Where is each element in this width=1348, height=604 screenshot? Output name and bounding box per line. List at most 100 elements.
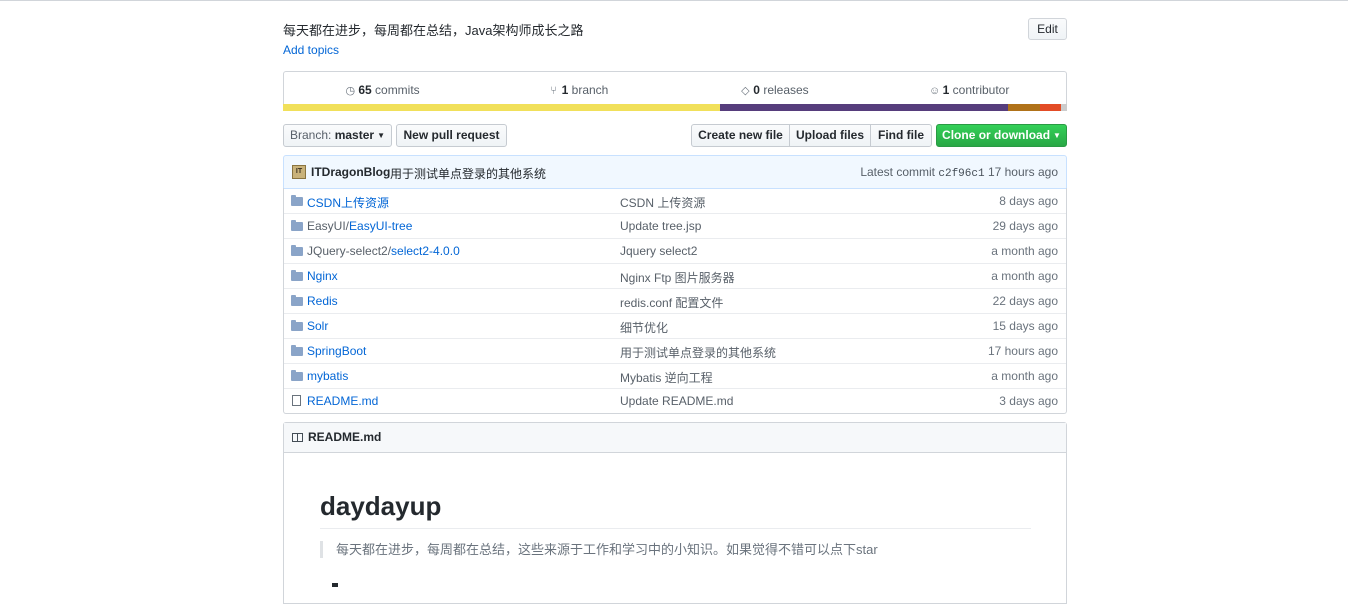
table-row: README.md Update README.md 3 days ago [284, 388, 1066, 413]
releases-count: 0 [753, 83, 760, 97]
folder-icon [291, 245, 303, 256]
file-commit-message-link[interactable]: Mybatis 逆向工程 [620, 369, 713, 386]
file-age: 17 hours ago [987, 344, 1058, 358]
file-age: 3 days ago [999, 394, 1058, 408]
file-name[interactable]: SpringBoot [307, 344, 366, 358]
readme-header: README.md [284, 423, 1066, 453]
file-path-prefix[interactable]: JQuery-select2/ [307, 244, 391, 258]
file-commit-message-link[interactable]: Nginx Ftp 图片服务器 [620, 269, 735, 286]
file-name-link[interactable]: SpringBoot [307, 344, 366, 358]
commit-sha-link[interactable]: c2f96c1 [938, 168, 984, 180]
file-name[interactable]: mybatis [307, 369, 348, 383]
branch-select-button[interactable]: Branch: master ▼ [283, 124, 392, 147]
file-name-link[interactable]: Redis [307, 294, 338, 308]
folder-icon [291, 370, 303, 381]
language-bar[interactable] [283, 104, 1067, 111]
file-commit-message-link[interactable]: 细节优化 [620, 319, 668, 336]
file-age: 8 days ago [999, 194, 1058, 208]
readme-heading: daydayup [320, 491, 442, 521]
find-file-button[interactable]: Find file [870, 124, 932, 147]
file-name-link[interactable]: Solr [307, 319, 328, 333]
upload-files-button[interactable]: Upload files [789, 124, 871, 147]
language-segment[interactable] [720, 104, 1009, 111]
branch-name: master [334, 128, 375, 142]
caret-down-icon: ▼ [377, 131, 385, 140]
repo-description: 每天都在进步，每周都在总结，Java架构师成长之路 [283, 23, 584, 38]
language-segment[interactable] [1040, 104, 1061, 111]
create-new-file-button[interactable]: Create new file [691, 124, 790, 147]
file-commit-message-link[interactable]: Update tree.jsp [620, 219, 701, 233]
edit-description-button[interactable]: Edit [1028, 18, 1067, 40]
file-name-link[interactable]: README.md [307, 394, 378, 408]
file-commit-message-link[interactable]: redis.conf 配置文件 [620, 294, 723, 311]
commit-message-link[interactable]: 用于测试单点登录的其他系统 [390, 165, 546, 182]
latest-commit-prefix: Latest commit [860, 165, 936, 179]
commits-count: 65 [358, 83, 372, 97]
file-name[interactable]: select2-4.0.0 [391, 244, 460, 258]
table-row: EasyUI/EasyUI-tree Update tree.jsp 29 days… [284, 213, 1066, 238]
commits-summary[interactable]: ◷ 65 commits [284, 72, 480, 108]
add-topics-link[interactable]: Add topics [283, 43, 339, 57]
file-name-link[interactable]: Nginx [307, 269, 338, 283]
file-name[interactable]: README.md [307, 394, 378, 408]
new-pull-request-button[interactable]: New pull request [396, 124, 507, 147]
releases-label: releases [763, 83, 809, 97]
table-row: mybatis Mybatis 逆向工程 a month ago [284, 363, 1066, 388]
file-age: 15 days ago [992, 319, 1058, 333]
file-name-link[interactable]: CSDN上传资源 [307, 194, 389, 211]
file-age: a month ago [991, 269, 1058, 283]
table-row: Nginx Nginx Ftp 图片服务器 a month ago [284, 263, 1066, 288]
table-row: Solr 细节优化 15 days ago [284, 313, 1066, 338]
commit-author-link[interactable]: ITDragonBlog [311, 165, 390, 179]
file-name[interactable]: Nginx [307, 269, 338, 283]
file-list: CSDN上传资源 CSDN 上传资源 8 days ago EasyUI/EasyUI… [283, 188, 1067, 414]
file-navigation: Branch: master ▼ New pull request Create … [283, 124, 1067, 147]
latest-commit-age: 17 hours ago [987, 165, 1058, 179]
contributor-count: 1 [942, 83, 950, 97]
language-segment[interactable] [1008, 104, 1041, 111]
file-name-link[interactable]: mybatis [307, 369, 348, 383]
file-name-link[interactable]: EasyUI/EasyUI-tree [307, 219, 412, 233]
readme-header-title: README.md [308, 430, 382, 444]
file-name[interactable]: EasyUI-tree [349, 219, 412, 233]
file-name-link[interactable]: JQuery-select2/select2-4.0.0 [307, 244, 460, 258]
readme-panel: README.md daydayup 每天都在进步，每周都在总结，这些来源于工作… [283, 422, 1067, 604]
folder-icon [291, 345, 303, 356]
readme-next-heading-fragment [332, 583, 338, 587]
contributor-summary[interactable]: ☺ 1 contributor [872, 72, 1066, 108]
repo-description-row: 每天都在进步，每周都在总结，Java架构师成长之路 Edit [283, 18, 1067, 40]
top-border [0, 0, 1348, 1]
folder-icon [291, 220, 303, 231]
language-segment[interactable] [283, 104, 721, 111]
folder-icon [291, 195, 303, 206]
branch-prefix: Branch: [290, 128, 332, 142]
file-commit-message-link[interactable]: Update README.md [620, 394, 733, 408]
book-icon [292, 433, 303, 442]
table-row: Redis redis.conf 配置文件 22 days ago [284, 288, 1066, 313]
file-name[interactable]: Solr [307, 319, 328, 333]
latest-commit-bar: IT ITDragonBlog 用于测试单点登录的其他系统 Latest com… [283, 155, 1067, 189]
file-name[interactable]: CSDN上传资源 [307, 196, 389, 210]
branch-label: branch [571, 83, 609, 97]
branch-summary[interactable]: ⑂ 1 branch [480, 72, 676, 108]
file-icon [291, 395, 303, 406]
commits-label: commits [375, 83, 420, 97]
file-commit-message-link[interactable]: 用于测试单点登录的其他系统 [620, 344, 776, 361]
folder-icon [291, 270, 303, 281]
language-segment[interactable] [1060, 104, 1067, 111]
file-commit-message-link[interactable]: CSDN 上传资源 [620, 194, 705, 211]
releases-summary[interactable]: ◇ 0 releases [676, 72, 872, 108]
heading-divider [320, 528, 1031, 529]
table-row: CSDN上传资源 CSDN 上传资源 8 days ago [284, 188, 1066, 213]
file-commit-message-link[interactable]: Jquery select2 [620, 244, 697, 258]
file-path-prefix[interactable]: EasyUI/ [307, 219, 349, 233]
latest-commit-meta: Latest commit c2f96c1 17 hours ago [860, 165, 1058, 180]
folder-icon [291, 295, 303, 306]
clone-or-download-label: Clone or download [942, 128, 1051, 142]
branch-count: 1 [561, 83, 569, 97]
avatar[interactable]: IT [292, 165, 306, 179]
table-row: JQuery-select2/select2-4.0.0 Jquery selec… [284, 238, 1066, 263]
file-name[interactable]: Redis [307, 294, 338, 308]
contributor-label: contributor [952, 83, 1010, 97]
clone-or-download-button[interactable]: Clone or download ▼ [936, 124, 1067, 147]
